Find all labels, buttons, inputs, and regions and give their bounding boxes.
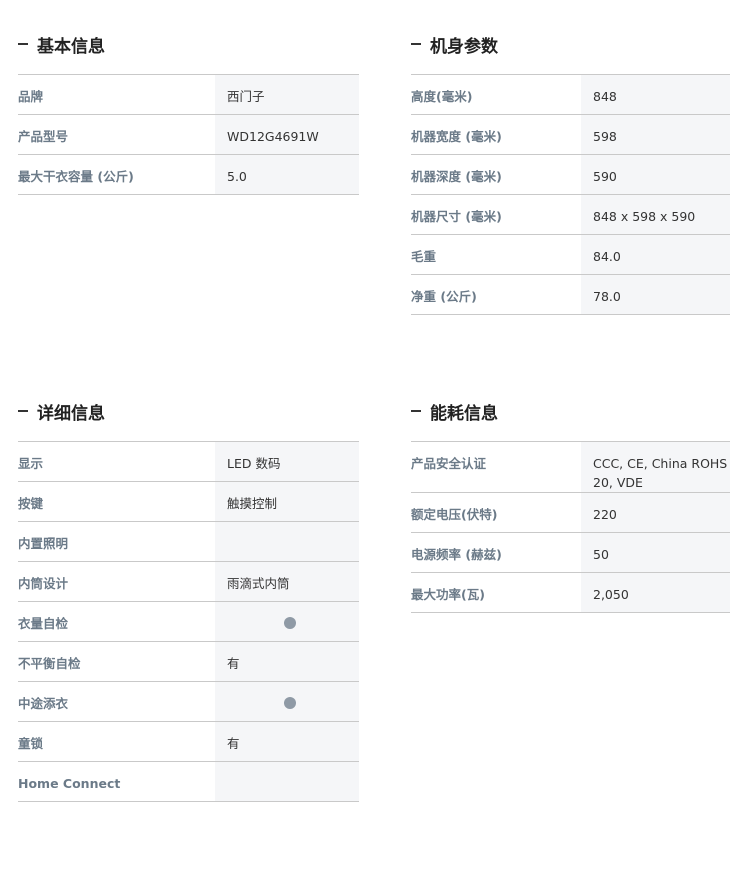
spec-label: 中途添衣 bbox=[18, 681, 215, 722]
spec-table-basic: 品牌 西门子 产品型号 WD12G4691W 最大干衣容量 (公斤) 5.0 bbox=[18, 74, 359, 195]
spec-row: 高度(毫米) 848 bbox=[411, 74, 730, 115]
spec-row: 机器宽度 (毫米) 598 bbox=[411, 114, 730, 155]
spec-label: 品牌 bbox=[18, 74, 215, 115]
spec-label: 机器宽度 (毫米) bbox=[411, 114, 581, 155]
spec-row: 机器深度 (毫米) 590 bbox=[411, 154, 730, 195]
spec-table-detail: 显示 LED 数码 按键 触摸控制 内置照明 内筒设计 雨滴式内筒 衣量自检 不平衡自检有中途添… bbox=[18, 441, 359, 802]
spec-value: 590 bbox=[581, 154, 730, 195]
section-header[interactable]: 机身参数 bbox=[411, 34, 730, 74]
spec-label: 童锁 bbox=[18, 721, 215, 762]
collapse-icon[interactable] bbox=[411, 410, 421, 412]
spec-label: 机器深度 (毫米) bbox=[411, 154, 581, 195]
spec-row: 内置照明 bbox=[18, 521, 359, 562]
spec-value: 雨滴式内筒 bbox=[215, 561, 359, 602]
spec-value: CCC, CE, China ROHS 20, VDE bbox=[581, 441, 730, 493]
spec-row: 童锁有 bbox=[18, 721, 359, 762]
spec-value bbox=[215, 601, 359, 642]
spec-row: 机器尺寸 (毫米) 848 x 598 x 590 bbox=[411, 194, 730, 235]
spec-row: 额定电压(伏特) 220 bbox=[411, 492, 730, 533]
section-header[interactable]: 能耗信息 bbox=[411, 401, 730, 441]
spec-label: 高度(毫米) bbox=[411, 74, 581, 115]
spec-value bbox=[215, 761, 359, 802]
spec-row: 显示 LED 数码 bbox=[18, 441, 359, 482]
spec-row: 品牌 西门子 bbox=[18, 74, 359, 115]
spec-label: 内置照明 bbox=[18, 521, 215, 562]
spec-row: 毛重 84.0 bbox=[411, 234, 730, 275]
spec-label: 最大功率(瓦) bbox=[411, 572, 581, 613]
collapse-icon[interactable] bbox=[18, 43, 28, 45]
spec-row: 产品安全认证 CCC, CE, China ROHS 20, VDE bbox=[411, 441, 730, 493]
spec-label: Home Connect bbox=[18, 761, 215, 802]
spec-row: 衣量自检 bbox=[18, 601, 359, 642]
spec-table-energy: 产品安全认证 CCC, CE, China ROHS 20, VDE 额定电压(伏特… bbox=[411, 441, 730, 613]
spec-label: 毛重 bbox=[411, 234, 581, 275]
spec-value: 有 bbox=[215, 641, 359, 682]
spec-value: 西门子 bbox=[215, 74, 359, 115]
spec-value: 84.0 bbox=[581, 234, 730, 275]
spec-value: 触摸控制 bbox=[215, 481, 359, 522]
section-energy-info: 能耗信息 产品安全认证 CCC, CE, China ROHS 20, VDE 额定… bbox=[411, 401, 730, 613]
spec-label: 机器尺寸 (毫米) bbox=[411, 194, 581, 235]
feature-dot-icon bbox=[284, 617, 296, 629]
spec-value bbox=[215, 521, 359, 562]
section-basic-info: 基本信息 品牌 西门子 产品型号 WD12G4691W 最大干衣容量 (公斤) 5.0 bbox=[18, 34, 359, 195]
spec-label: 不平衡自检 bbox=[18, 641, 215, 682]
spec-label: 产品型号 bbox=[18, 114, 215, 155]
spec-row: 内筒设计 雨滴式内筒 bbox=[18, 561, 359, 602]
section-title: 详细信息 bbox=[37, 404, 105, 424]
spec-row: 按键 触摸控制 bbox=[18, 481, 359, 522]
spec-value: 598 bbox=[581, 114, 730, 155]
spec-row: 电源频率 (赫兹) 50 bbox=[411, 532, 730, 573]
spec-value bbox=[215, 681, 359, 722]
spec-value: 50 bbox=[581, 532, 730, 573]
feature-dot-icon bbox=[284, 697, 296, 709]
section-body-params: 机身参数 高度(毫米) 848 机器宽度 (毫米) 598 机器深度 (毫米) 590 机器… bbox=[411, 34, 730, 315]
section-header[interactable]: 基本信息 bbox=[18, 34, 359, 74]
spec-row: Home Connect bbox=[18, 761, 359, 802]
spec-value: 5.0 bbox=[215, 154, 359, 195]
section-header[interactable]: 详细信息 bbox=[18, 401, 359, 441]
spec-label: 内筒设计 bbox=[18, 561, 215, 602]
collapse-icon[interactable] bbox=[411, 43, 421, 45]
spec-value: 有 bbox=[215, 721, 359, 762]
spec-value: WD12G4691W bbox=[215, 114, 359, 155]
spec-value: 848 x 598 x 590 bbox=[581, 194, 730, 235]
spec-value: LED 数码 bbox=[215, 441, 359, 482]
spec-value: 848 bbox=[581, 74, 730, 115]
spec-value: 78.0 bbox=[581, 274, 730, 315]
collapse-icon[interactable] bbox=[18, 410, 28, 412]
spec-label: 额定电压(伏特) bbox=[411, 492, 581, 533]
section-title: 机身参数 bbox=[430, 37, 498, 57]
spec-table-body: 高度(毫米) 848 机器宽度 (毫米) 598 机器深度 (毫米) 590 机器尺寸 (毫… bbox=[411, 74, 730, 315]
spec-row: 不平衡自检有 bbox=[18, 641, 359, 682]
spec-label: 净重 (公斤) bbox=[411, 274, 581, 315]
spec-row: 最大功率(瓦) 2,050 bbox=[411, 572, 730, 613]
spec-value: 2,050 bbox=[581, 572, 730, 613]
spec-row: 产品型号 WD12G4691W bbox=[18, 114, 359, 155]
section-detail-info: 详细信息 显示 LED 数码 按键 触摸控制 内置照明 内筒设计 雨滴式内筒 衣量自检 不平衡自… bbox=[18, 401, 359, 802]
spec-row: 最大干衣容量 (公斤) 5.0 bbox=[18, 154, 359, 195]
spec-row: 中途添衣 bbox=[18, 681, 359, 722]
spec-label: 按键 bbox=[18, 481, 215, 522]
spec-label: 产品安全认证 bbox=[411, 441, 581, 493]
spec-label: 最大干衣容量 (公斤) bbox=[18, 154, 215, 195]
spec-value: 220 bbox=[581, 492, 730, 533]
spec-label: 显示 bbox=[18, 441, 215, 482]
spec-label: 电源频率 (赫兹) bbox=[411, 532, 581, 573]
spec-row: 净重 (公斤) 78.0 bbox=[411, 274, 730, 315]
section-title: 能耗信息 bbox=[430, 404, 498, 424]
section-title: 基本信息 bbox=[37, 37, 105, 57]
spec-label: 衣量自检 bbox=[18, 601, 215, 642]
